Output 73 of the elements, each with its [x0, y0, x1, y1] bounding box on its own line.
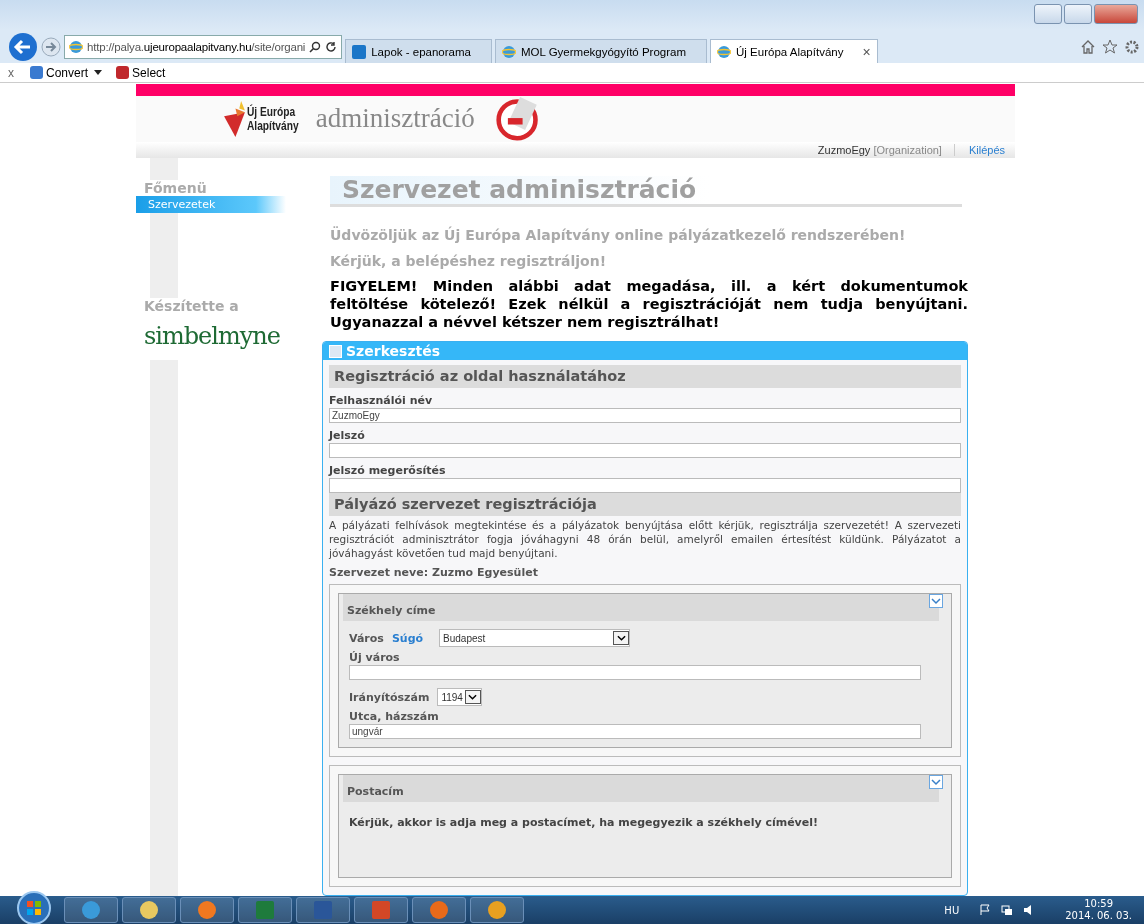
field-label: Jelszó — [329, 429, 366, 442]
taskbar-app-icon[interactable] — [238, 897, 292, 923]
box-heading: Postacím — [343, 775, 939, 802]
note-text: Kérjük, akkor is adja meg a postacímet, ha megegyezik a székhely címével! — [349, 816, 820, 829]
field-label: Jelszó megerősítés — [329, 464, 447, 477]
prompt-text: Kérjük, a belépéshez regisztráljon! — [330, 253, 608, 269]
warning-text: FIGYELEM! Minden alábbi adat megadása, ill. a kért dokumentumok feltöltése kötelező! Ezek nélkül a regisztrációját nem tudja benyújtani. Ugyanazzal a névvel kétszer nem regisztrálhat! — [330, 277, 968, 331]
input-field[interactable] — [349, 665, 921, 680]
site-icon — [352, 44, 367, 59]
logo-icon — [224, 100, 245, 137]
home-icon[interactable] — [1080, 39, 1096, 55]
welcome-text: Üdvözöljük az Új Európa Alapítvány online pályázatkezelő rendszerében! — [330, 227, 907, 243]
toolbar-button[interactable]: Select — [116, 65, 166, 80]
toolbar-button[interactable]: Convert — [30, 65, 89, 80]
intro-text: A pályázati felhívások megtekintése és a pályázatok benyújtása előtt kérjük, regisztrálja szervezetét! A szervezeti regisztrációt adminisztrátor fogja jóváhagyni 48 órán belül, amelyről emailen értesítést küldünk. Pályázatot a jóváhagyást követően tud majd benyújtani. — [329, 518, 961, 560]
help-link[interactable]: Súgó — [391, 631, 424, 645]
site-title: adminisztráció — [315, 103, 475, 135]
field-label: Új város — [349, 651, 401, 664]
panel-icon — [329, 344, 342, 358]
browser-tab[interactable]: Lapok - epanorama — [345, 39, 492, 63]
caret-icon — [468, 694, 478, 700]
close-button[interactable] — [1094, 4, 1138, 24]
search-icon[interactable] — [309, 41, 322, 53]
page-icon — [501, 44, 516, 59]
star-icon[interactable] — [1102, 39, 1118, 55]
language-indicator[interactable]: HU — [944, 904, 960, 916]
close-toolbar-button[interactable]: x — [8, 65, 14, 80]
page-icon — [717, 44, 732, 59]
browser-tab[interactable]: MOL Gyermekgyógyító Program — [494, 39, 708, 63]
close-tab-button[interactable]: × — [862, 43, 871, 60]
page-title: Szervezet adminisztráció — [330, 176, 962, 207]
taskbar-app-icon[interactable] — [180, 897, 234, 923]
address-bar[interactable]: http://palya.ujeuropaalapitvany.hu/site/organi — [64, 35, 343, 59]
section-heading: Pályázó szervezet regisztrációja — [329, 493, 961, 516]
start-button[interactable] — [16, 890, 52, 924]
maximize-button[interactable] — [1064, 4, 1092, 24]
input-field[interactable] — [329, 443, 961, 458]
forward-icon[interactable] — [41, 37, 61, 57]
input-field[interactable] — [329, 478, 961, 493]
caret-icon — [616, 635, 626, 641]
browser-tab[interactable]: Új Európa Alapítvány × — [710, 39, 878, 63]
taskbar-app-icon[interactable] — [354, 897, 408, 923]
flag-icon[interactable] — [979, 904, 992, 916]
zip-dropdown[interactable]: 1194 — [437, 688, 482, 706]
organization-name: Szervezet neve: Zuzmo Egyesület — [329, 566, 539, 579]
taskbar-app-icon[interactable] — [296, 897, 350, 923]
section-heading: Regisztráció az oldal használatához — [329, 365, 961, 388]
taskbar-app-icon[interactable] — [412, 897, 466, 923]
user-name: ZuzmoEgy [Organization] — [817, 144, 955, 156]
box-heading: Székhely címe — [343, 594, 939, 621]
field-label: Utca, házszám — [349, 710, 440, 723]
input-field[interactable]: ZuzmoEgy — [329, 408, 961, 423]
collapse-icon[interactable] — [929, 775, 943, 789]
collapse-icon[interactable] — [929, 594, 943, 608]
input-field[interactable]: ungvár — [349, 724, 921, 739]
network-icon[interactable] — [1001, 904, 1014, 916]
refresh-icon[interactable] — [325, 41, 338, 53]
page-icon — [69, 40, 83, 54]
taskbar-app-icon[interactable] — [64, 897, 118, 923]
field-label: Város — [349, 631, 384, 645]
city-dropdown[interactable]: Budapest — [439, 629, 631, 647]
taskbar-app-icon[interactable] — [122, 897, 176, 923]
clock[interactable]: 10:59 2014. 06. 03. — [1065, 898, 1132, 922]
field-label: Irányítószám — [349, 690, 430, 704]
panel-title: Szerkesztés — [346, 342, 441, 360]
back-icon[interactable] — [8, 32, 38, 62]
taskbar-app-icon[interactable] — [470, 897, 524, 923]
settings-icon[interactable] — [1124, 39, 1140, 55]
logout-link[interactable]: Kilépés — [954, 144, 1015, 156]
logo-text: Új Európa Alapítvány — [247, 104, 299, 133]
field-label: Felhasználói név — [329, 394, 434, 407]
minimize-button[interactable] — [1034, 4, 1062, 24]
caret-icon[interactable] — [94, 70, 103, 75]
